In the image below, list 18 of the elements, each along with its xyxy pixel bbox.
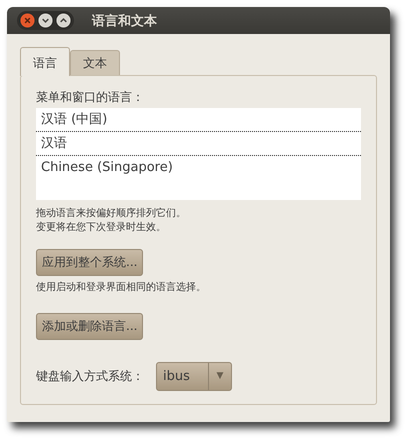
tab[interactable]: 文本 xyxy=(70,50,120,75)
input-method-label: 键盘输入方式系统： xyxy=(36,368,144,385)
list-label: 菜单和窗口的语言： xyxy=(36,89,145,106)
apply-system-wide-button[interactable]: 应用到整个系统... xyxy=(36,249,144,276)
apply-note: 使用启动和登录界面相同的语言选择。 xyxy=(36,281,206,295)
add-remove-languages-button[interactable]: 添加或删除语言... xyxy=(36,313,144,340)
hint-text: 变更将在您下次登录时生效。 xyxy=(36,221,166,235)
language-item[interactable]: Chinese (Singapore) xyxy=(36,156,361,179)
hint-text: 拖动语言来按偏好顺序排列它们。 xyxy=(36,207,186,221)
window-title: 语言和文本 xyxy=(92,12,157,30)
tab[interactable]: 语言 xyxy=(20,47,70,76)
close-icon[interactable] xyxy=(20,13,35,28)
language-list[interactable]: 汉语 (中国) 汉语 Chinese (Singapore) xyxy=(36,108,361,200)
maximize-icon[interactable] xyxy=(56,13,71,28)
language-item[interactable]: 汉语 xyxy=(36,132,361,156)
minimize-icon[interactable] xyxy=(38,13,53,28)
language-item[interactable]: 汉语 (中国) xyxy=(36,108,361,132)
input-method-dropdown[interactable]: ibus ▼ xyxy=(156,362,232,391)
